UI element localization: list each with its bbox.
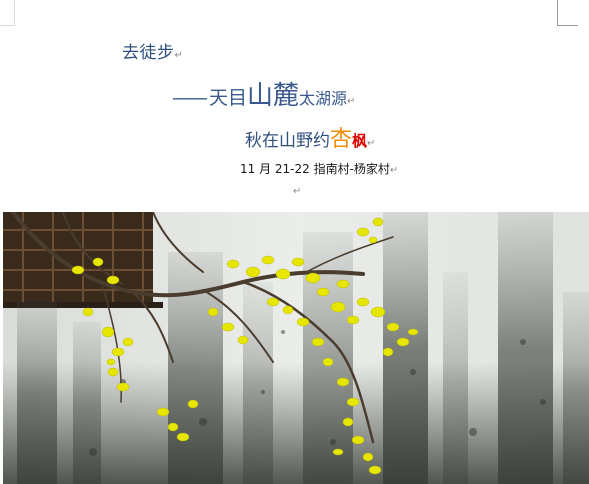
date-route-text: 11 月 21-22 指南村-杨家村 — [240, 162, 390, 176]
paragraph-mark-icon: ↵ — [389, 165, 399, 176]
paragraph-mark-icon: ↵ — [347, 96, 356, 107]
crop-mark-top-right — [557, 0, 578, 26]
crop-mark-top-left — [0, 0, 15, 26]
document-page: 去徒步↵ —— 天目山麓太湖源↵ 秋在山野约杏枫↵ 11 月 21-22 指南村-… — [0, 0, 589, 484]
heading-line-2-part2: 山麓 — [247, 81, 300, 111]
heading-line-2-part1: 天目 — [209, 87, 248, 109]
heading-line-2[interactable]: —— 天目山麓太湖源↵ — [172, 75, 355, 112]
ginkgo-photo-art — [3, 212, 589, 484]
ginkgo-photo[interactable] — [3, 212, 589, 484]
heading-line-3-part1: 秋在山野约 — [245, 131, 330, 151]
heading-line-3[interactable]: 秋在山野约杏枫↵ — [245, 121, 375, 153]
empty-paragraph-mark-icon[interactable]: ↵ — [293, 186, 301, 197]
heading-line-2-part3: 太湖源 — [299, 89, 348, 108]
paragraph-mark-icon: ↵ — [174, 50, 184, 61]
heading-line-3-part2: 杏 — [330, 127, 353, 152]
heading-line-2-dash: —— — [172, 87, 208, 109]
heading-line-1-text: 去徒步 — [122, 43, 175, 63]
paragraph-mark-icon: ↵ — [367, 138, 376, 149]
date-route-line[interactable]: 11 月 21-22 指南村-杨家村↵ — [240, 160, 398, 177]
heading-line-3-part3: 枫 — [352, 132, 368, 150]
heading-line-1[interactable]: 去徒步↵ — [122, 38, 183, 63]
